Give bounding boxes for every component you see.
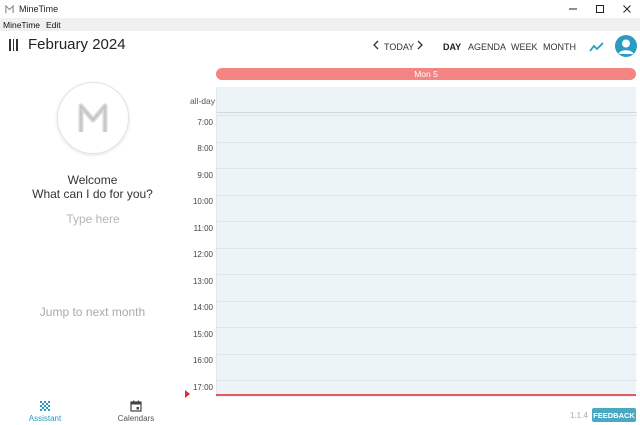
now-indicator-arrow <box>185 390 190 398</box>
calendar-header: February 2024 TODAY DAY AGENDA WEEK MONT… <box>0 31 640 61</box>
day-header[interactable]: Mon 5 <box>216 68 636 80</box>
hour-label: 11:00 <box>193 224 213 233</box>
calendar-icon <box>130 400 142 412</box>
hour-line <box>217 248 637 249</box>
now-indicator-line <box>216 394 636 396</box>
menu-edit[interactable]: Edit <box>43 20 64 30</box>
day-grid: all-day 7:00 8:00 9:00 10:00 11:00 12:00… <box>185 87 637 398</box>
hour-label: 14:00 <box>192 303 213 312</box>
nav-assistant-label: Assistant <box>28 414 62 423</box>
window-title: MineTime <box>19 4 59 14</box>
hour-label: 16:00 <box>192 356 213 365</box>
allday-divider <box>217 112 637 113</box>
hour-line <box>217 354 637 355</box>
window-controls <box>559 0 640 18</box>
month-label: February <box>28 36 89 53</box>
hour-label: 12:00 <box>192 250 213 259</box>
version-label: 1.1.4 <box>570 411 588 420</box>
trend-chart-icon[interactable] <box>589 40 605 52</box>
hour-line <box>217 195 637 196</box>
assistant-suggestion[interactable]: Jump to next month <box>0 305 185 319</box>
bottom-nav: Assistant Calendars <box>0 396 185 425</box>
avatar[interactable] <box>615 35 637 57</box>
hour-line <box>217 115 637 116</box>
close-icon[interactable] <box>613 0 640 18</box>
hour-label: 8:00 <box>197 144 213 153</box>
chevron-right-icon[interactable] <box>416 40 424 53</box>
hour-line <box>217 301 637 302</box>
nav-calendars-label: Calendars <box>117 414 155 423</box>
chevron-left-icon[interactable] <box>372 40 380 53</box>
assistant-input[interactable] <box>22 210 164 228</box>
nav-calendars[interactable]: Calendars <box>91 396 181 425</box>
minetime-logo-icon <box>78 103 108 132</box>
hour-line <box>217 221 637 222</box>
hour-line <box>217 327 637 328</box>
hour-line <box>217 380 637 381</box>
today-button[interactable]: TODAY <box>384 42 414 52</box>
minimize-icon[interactable] <box>559 0 586 18</box>
sidebar-toggle-icon[interactable] <box>9 39 18 51</box>
hour-label: 9:00 <box>197 171 213 180</box>
hour-line <box>217 274 637 275</box>
assistant-logo <box>57 82 129 154</box>
tab-week[interactable]: WEEK <box>511 42 538 52</box>
tab-day[interactable]: DAY <box>443 42 461 52</box>
time-gutter: all-day 7:00 8:00 9:00 10:00 11:00 12:00… <box>185 87 216 397</box>
hour-label: 7:00 <box>197 118 213 127</box>
nav-assistant[interactable]: Assistant <box>0 396 90 425</box>
day-column[interactable] <box>216 87 637 397</box>
title-bar: MineTime <box>0 0 640 18</box>
allday-label: all-day <box>189 96 215 106</box>
feedback-button[interactable]: FEEDBACK <box>592 408 636 422</box>
maximize-icon[interactable] <box>586 0 613 18</box>
tab-agenda[interactable]: AGENDA <box>468 42 506 52</box>
hour-label: 15:00 <box>192 330 213 339</box>
page-title: February 2024 <box>28 36 126 53</box>
assistant-panel: Welcome What can I do for you? Jump to n… <box>0 61 185 395</box>
menu-minetime[interactable]: MineTime <box>0 20 43 30</box>
assistant-question: What can I do for you? <box>32 187 153 201</box>
year-label: 2024 <box>92 36 126 53</box>
tab-month[interactable]: MONTH <box>543 42 576 52</box>
menu-bar: MineTime Edit <box>0 18 640 31</box>
hour-label: 13:00 <box>192 277 213 286</box>
assistant-icon <box>40 401 50 411</box>
hour-line <box>217 142 637 143</box>
hour-label: 10:00 <box>192 197 213 206</box>
hour-line <box>217 168 637 169</box>
app-logo-icon <box>4 4 14 14</box>
welcome-text: Welcome <box>67 173 118 187</box>
